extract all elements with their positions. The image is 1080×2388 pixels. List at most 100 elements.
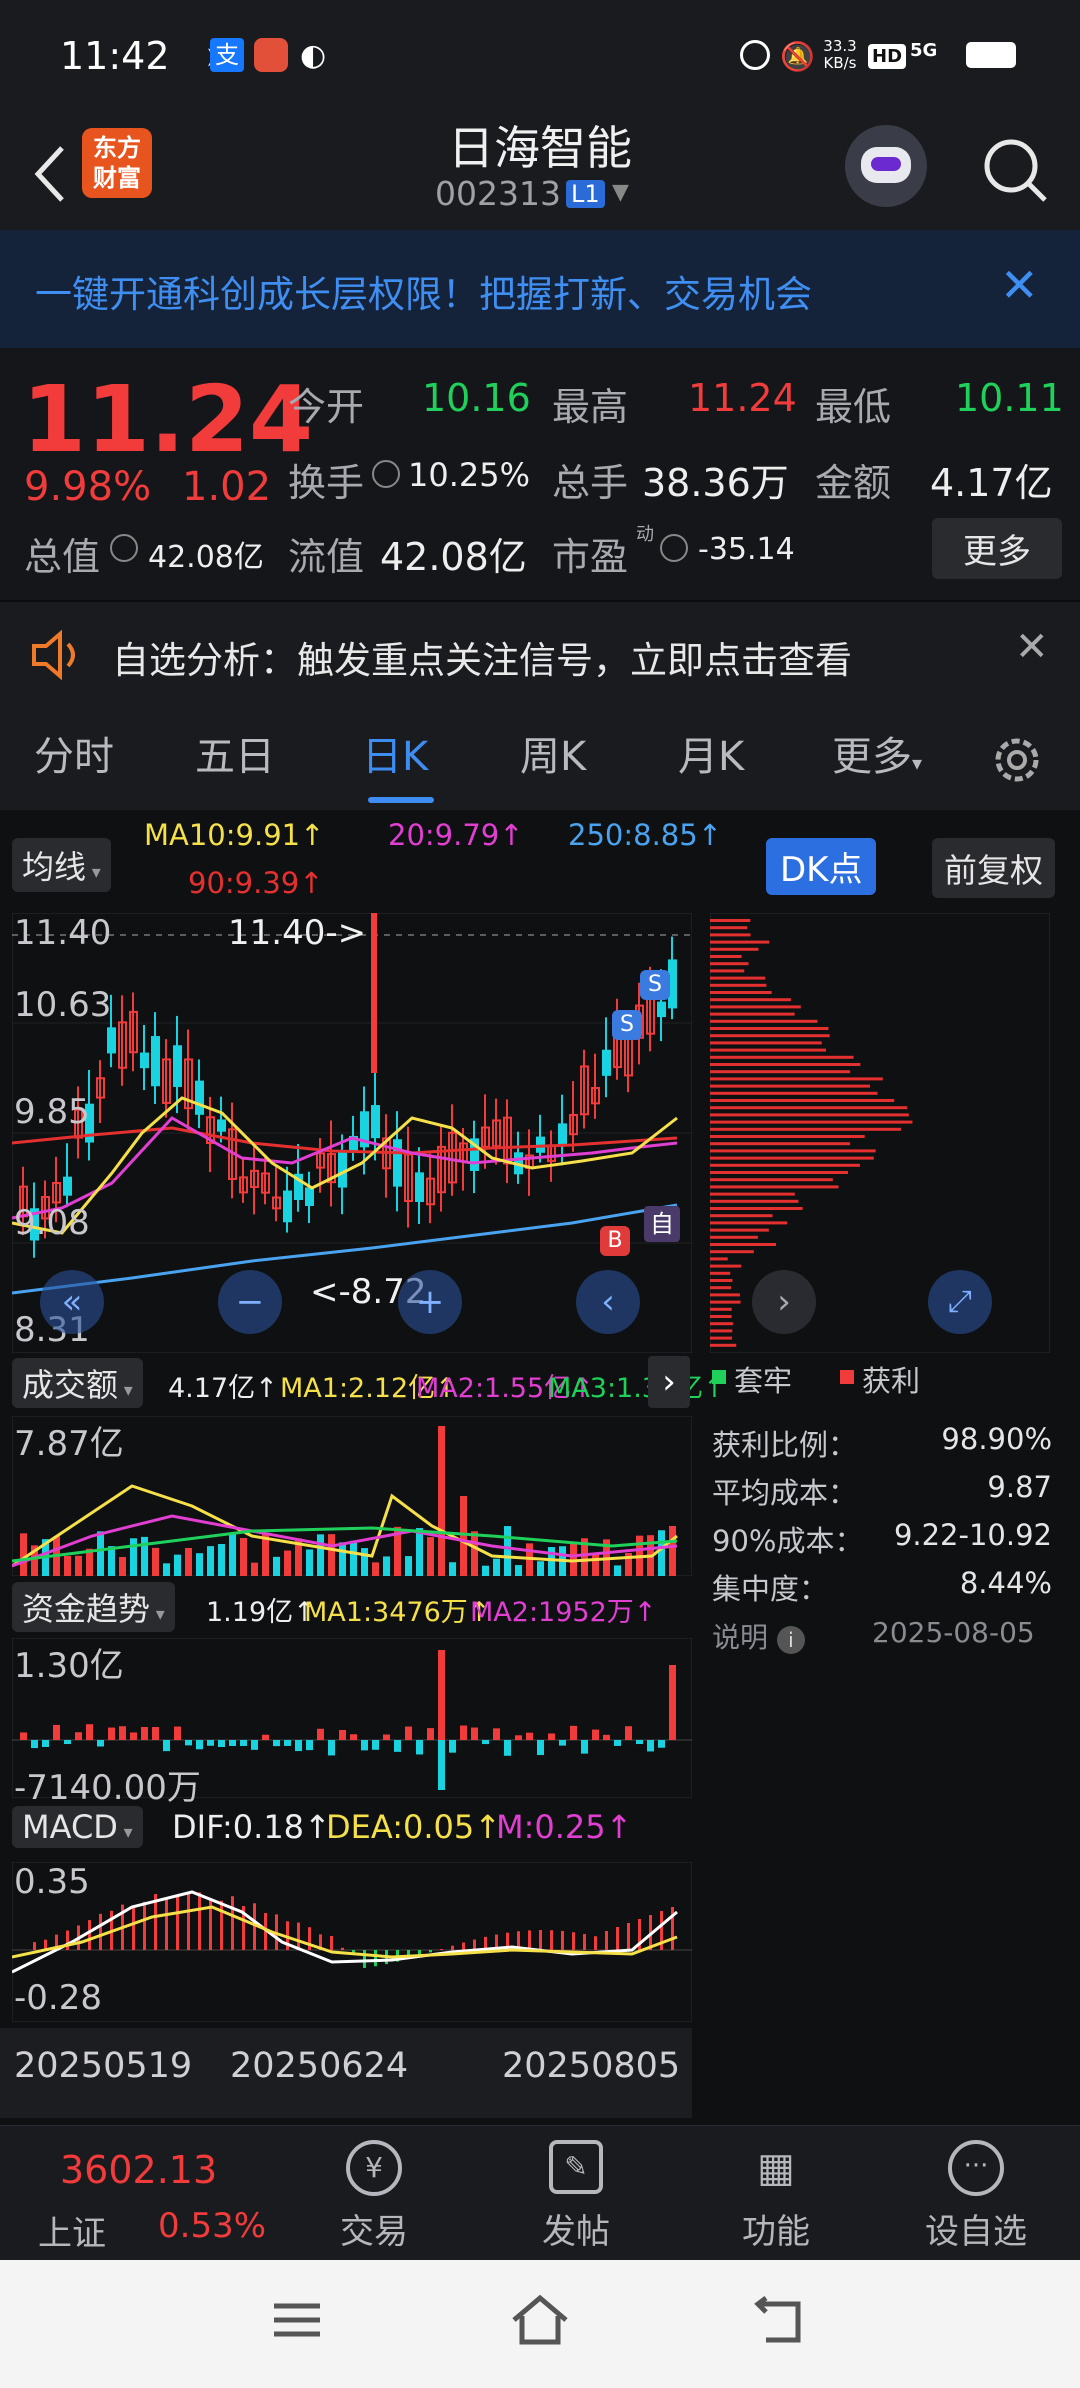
tab-five-day[interactable]: 五日 [195, 705, 275, 810]
macd-bar [451, 1945, 454, 1950]
fund-ma2: MA2:1952万↑ [470, 1597, 657, 1628]
chip-bar [710, 940, 770, 944]
amount-label: 金额 [815, 461, 892, 505]
macd-bar [66, 1930, 69, 1950]
tab-more[interactable]: 更多▾ [832, 705, 922, 810]
turnover-value: 10.25% [408, 456, 531, 494]
menu-icon[interactable] [272, 2300, 322, 2340]
period-tabs: 分时 五日 日K 周K 月K 更多▾ [0, 705, 1080, 810]
chip-bar [710, 947, 759, 951]
close-icon[interactable]: ✕ [1000, 258, 1039, 312]
macd-bar [528, 1930, 531, 1950]
robot-assistant-icon[interactable] [845, 125, 927, 207]
volume-bar [284, 1550, 291, 1576]
ma10-value: MA10:9.91↑ [144, 818, 325, 852]
gear-icon[interactable] [990, 733, 1044, 787]
promo-banner[interactable]: 一键开通科创成长层权限！把握打新、交易机会 ✕ [0, 230, 1080, 348]
chip-note[interactable]: 说明 i [712, 1616, 805, 1656]
tab-intraday[interactable]: 分时 [34, 705, 114, 810]
adjust-button[interactable]: 前复权 [932, 838, 1055, 898]
chevron-down-icon[interactable]: ▼ [612, 180, 629, 205]
fund-trend-selector[interactable]: 资金趋势 ▾ [12, 1582, 175, 1632]
chevron-right-icon[interactable]: › [648, 1356, 690, 1408]
volume-bar [185, 1547, 192, 1576]
info-icon[interactable] [110, 534, 138, 562]
chip-bar [710, 1199, 799, 1203]
tab-weekly-k[interactable]: 周K [520, 705, 586, 810]
index-change[interactable]: 0.53% [158, 2206, 266, 2246]
chip-bar [710, 1084, 870, 1088]
chip-bar [710, 1192, 795, 1196]
index-name[interactable]: 上证 [38, 2206, 106, 2255]
signal-row[interactable]: 自选分析：触发重点关注信号，立即点击查看 ✕ [0, 600, 1080, 709]
volume-bar [416, 1528, 423, 1576]
info-icon[interactable] [660, 534, 688, 562]
more-button[interactable]: 更多 [932, 518, 1062, 579]
macd-bar [605, 1931, 608, 1950]
dk-point-button[interactable]: DK点 [766, 838, 877, 895]
candle [173, 1045, 182, 1087]
macd-bar [561, 1930, 564, 1950]
ma20-value: 20:9.79↑ [388, 818, 524, 852]
candle [668, 959, 677, 1009]
volume-bar [383, 1556, 390, 1576]
expand-icon[interactable]: ⤢ [928, 1270, 992, 1334]
last-price: 11.24 [22, 366, 314, 473]
chip-bar [710, 1336, 733, 1340]
edit-icon: ✎ [549, 2140, 603, 2194]
y-label-3: 9.85 [14, 1092, 90, 1132]
nav-trade[interactable]: ¥ 交易 [274, 2126, 474, 2261]
macd-bar [616, 1927, 619, 1950]
battery-icon [966, 42, 1016, 68]
turnover-label: 换手 [288, 461, 365, 505]
volume-bar [449, 1562, 456, 1576]
pe-value: -35.14 [698, 532, 795, 567]
fund-bar [86, 1724, 93, 1740]
chevron-right-icon[interactable]: › [752, 1270, 816, 1334]
fund-bar [438, 1650, 445, 1740]
macd-selector[interactable]: MACD ▾ [12, 1806, 143, 1848]
chip-bar [710, 933, 751, 937]
fund-bar [383, 1734, 390, 1740]
home-icon[interactable] [510, 2294, 570, 2346]
chip-bar [710, 1135, 865, 1138]
sell-signal-icon: S [612, 1010, 642, 1040]
fund-bar [493, 1728, 500, 1740]
chart-area[interactable]: 均线 ▾ MA10:9.91↑ 20:9.79↑ 250:8.85↑ 90:9.… [0, 810, 1080, 2125]
low-value: 10.11 [955, 376, 1064, 420]
more-icon: ··· [948, 2140, 1004, 2196]
mcap-label: 总值 [24, 535, 101, 579]
candle [63, 1176, 72, 1196]
macd-chart[interactable] [12, 1862, 692, 2022]
fund-bar [75, 1732, 82, 1740]
tab-monthly-k[interactable]: 月K [678, 705, 744, 810]
macd-bar [99, 1913, 102, 1950]
fund-bar [460, 1725, 467, 1740]
zoom-in-icon[interactable]: + [398, 1270, 462, 1334]
nav-post[interactable]: ✎ 发帖 [476, 2126, 676, 2261]
index-value[interactable]: 3602.13 [60, 2148, 217, 2192]
candle [140, 1052, 149, 1069]
scroll-left-icon[interactable]: ‹ [576, 1270, 640, 1334]
zoom-out-icon[interactable]: − [218, 1270, 282, 1334]
close-icon[interactable]: ✕ [1015, 624, 1049, 670]
search-icon[interactable] [975, 130, 1055, 210]
macd-bar [550, 1930, 553, 1950]
volume-selector[interactable]: 成交额 ▾ [12, 1358, 143, 1408]
chip-bar [710, 1207, 803, 1210]
speaker-icon [28, 628, 82, 682]
macd-bar [176, 1896, 179, 1950]
nav-functions[interactable]: ▦ 功能 [676, 2126, 876, 2261]
jump-first-icon[interactable]: « [40, 1270, 104, 1334]
chip-bar [710, 1156, 874, 1160]
macd-bar [231, 1896, 234, 1950]
chip-bar [710, 1286, 732, 1290]
chip-bar [710, 1343, 737, 1347]
back-nav-icon[interactable] [752, 2296, 808, 2346]
nav-add-watchlist[interactable]: ··· 设自选 [876, 2126, 1076, 2261]
ma-selector[interactable]: 均线 ▾ [12, 838, 111, 892]
info-icon[interactable] [372, 460, 400, 488]
tab-daily-k[interactable]: 日K [362, 705, 428, 810]
chip-bar [710, 1178, 833, 1182]
y-label-4: 9.08 [14, 1203, 90, 1243]
